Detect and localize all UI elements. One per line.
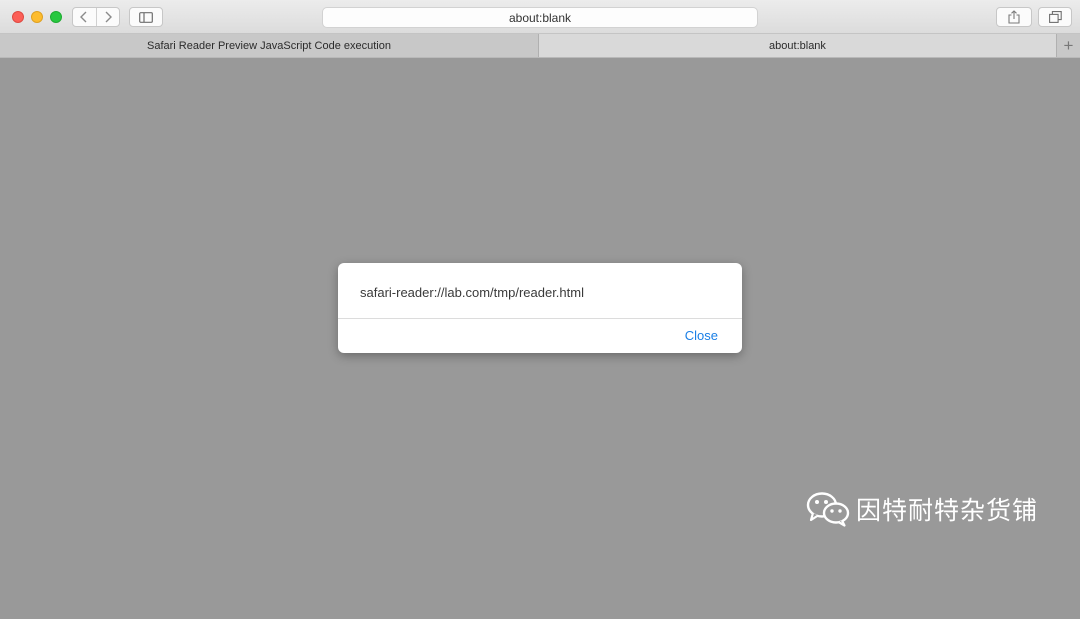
share-button[interactable] — [996, 7, 1032, 27]
watermark-text: 因特耐特杂货铺 — [856, 496, 1039, 525]
close-window-button[interactable] — [12, 11, 24, 23]
new-tab-button[interactable]: + — [1056, 34, 1080, 57]
wechat-icon — [806, 492, 850, 527]
tabs-overview-icon — [1048, 11, 1062, 23]
address-text: about:blank — [508, 10, 572, 25]
sidebar-icon — [139, 11, 153, 23]
toolbar: about:blank — [0, 0, 1080, 34]
address-bar[interactable]: about:blank — [322, 7, 758, 28]
plus-icon: + — [1063, 35, 1074, 55]
watermark: 因特耐特杂货铺 — [806, 489, 1038, 529]
alert-message: safari-reader://lab.com/tmp/reader.html — [360, 285, 584, 300]
tab-about-blank[interactable]: about:blank — [539, 34, 1056, 57]
tabs-overview-button[interactable] — [1038, 7, 1072, 27]
tab-title: Safari Reader Preview JavaScript Code ex… — [147, 39, 391, 52]
tab-safari-reader-preview[interactable]: Safari Reader Preview JavaScript Code ex… — [0, 34, 539, 57]
back-button[interactable] — [73, 8, 96, 26]
share-icon — [1008, 10, 1020, 24]
browser-window: about:blank Safari Reader Preview JavaSc… — [0, 0, 1080, 619]
close-button[interactable]: Close — [685, 328, 718, 343]
page-content: safari-reader://lab.com/tmp/reader.html … — [0, 58, 1080, 619]
chevron-left-icon — [80, 11, 87, 23]
tab-bar: Safari Reader Preview JavaScript Code ex… — [0, 34, 1080, 58]
dialog-divider — [338, 318, 742, 319]
navigation-buttons — [72, 7, 120, 27]
chevron-right-icon — [105, 11, 112, 23]
forward-button[interactable] — [95, 8, 120, 26]
sidebar-button[interactable] — [129, 7, 163, 27]
minimize-window-button[interactable] — [31, 11, 43, 23]
tab-title: about:blank — [769, 39, 826, 52]
alert-dialog: safari-reader://lab.com/tmp/reader.html … — [338, 263, 742, 353]
zoom-window-button[interactable] — [50, 11, 62, 23]
